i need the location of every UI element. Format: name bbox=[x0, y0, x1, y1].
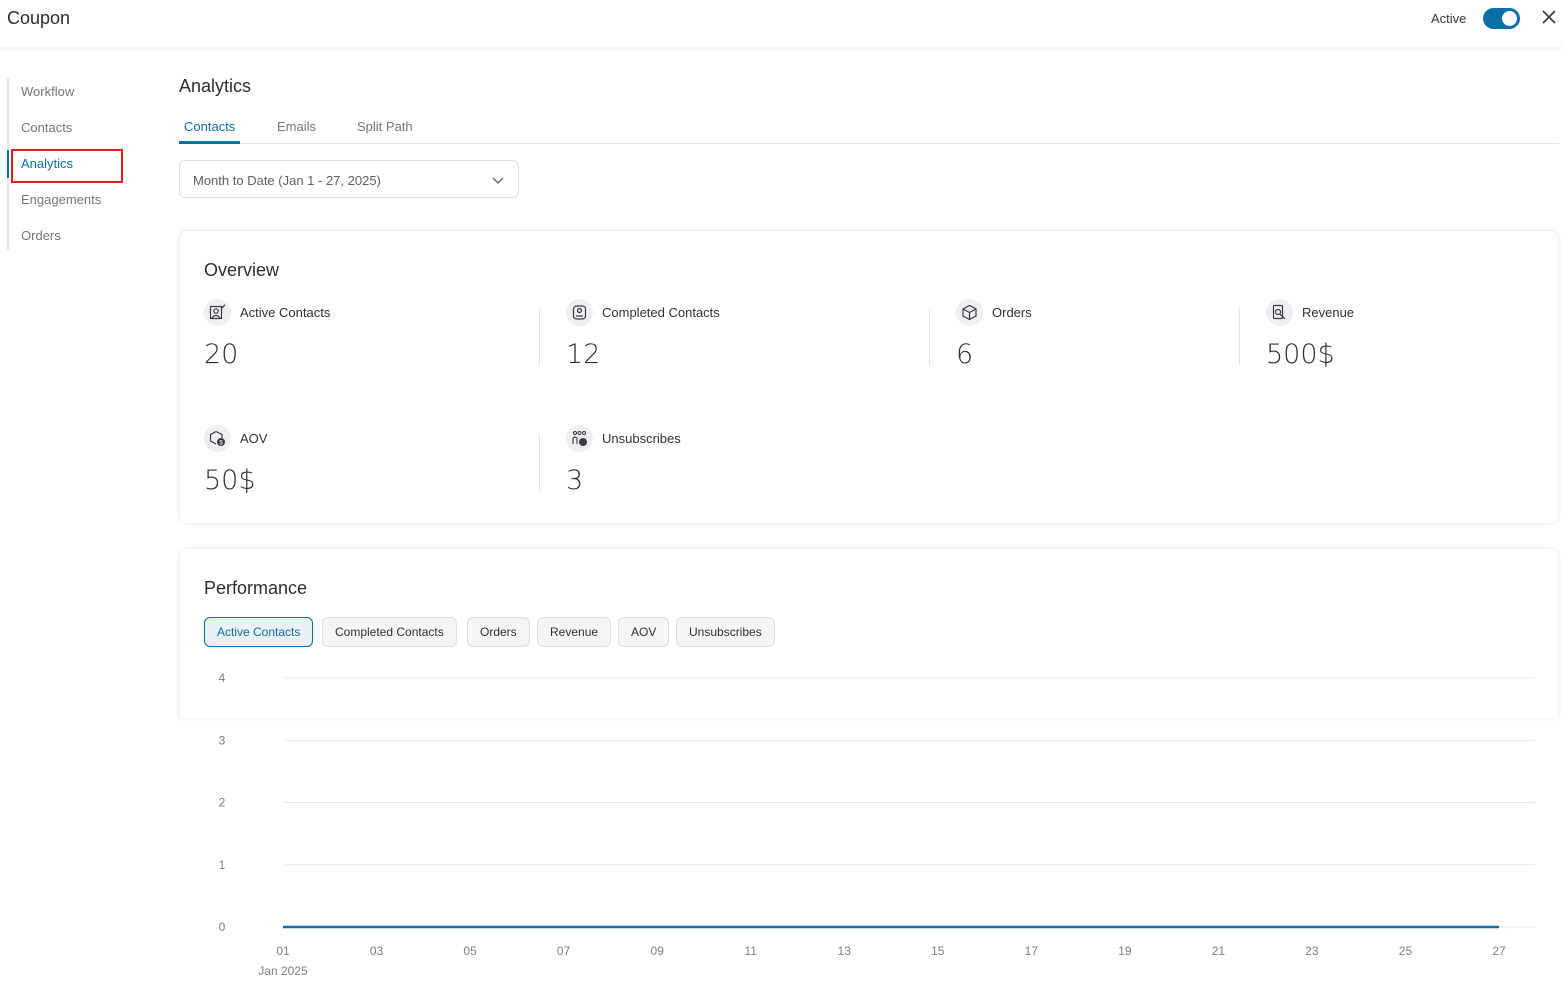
app-title: Coupon bbox=[7, 8, 71, 28]
contact-completed-icon bbox=[566, 299, 593, 326]
analytics-tabs: Contacts Emails Split Path bbox=[179, 114, 1559, 144]
active-toggle[interactable] bbox=[1483, 8, 1520, 29]
sidebar-item-workflow[interactable]: Workflow bbox=[9, 78, 147, 114]
metric-value: 500$ bbox=[1266, 339, 1335, 370]
x-tick-label: 27 bbox=[1492, 944, 1506, 958]
x-tick-label: 13 bbox=[838, 944, 852, 958]
overview-title: Overview bbox=[204, 260, 280, 280]
close-button[interactable] bbox=[1539, 7, 1559, 27]
x-tick-label: 23 bbox=[1305, 944, 1319, 958]
x-axis-label: Jan 2025 bbox=[258, 964, 308, 978]
performance-chart: 0123401 03 05 07 09 11 13 15 17 19 21 23 25 27Jan 202… bbox=[219, 671, 1535, 978]
x-tick-label: 21 bbox=[1212, 944, 1226, 958]
metric-label: AOV bbox=[240, 431, 268, 446]
metric-value: 20 bbox=[204, 339, 239, 370]
x-tick-label: 11 bbox=[744, 944, 757, 958]
metric-label: Unsubscribes bbox=[602, 431, 681, 446]
metric-divider bbox=[1239, 308, 1240, 366]
filter-unsubscribes[interactable]: Unsubscribes bbox=[676, 617, 775, 647]
sidebar-item-engagements[interactable]: Engagements bbox=[9, 186, 147, 222]
tab-split-path[interactable]: Split Path bbox=[357, 119, 413, 134]
contact-check-icon bbox=[204, 299, 231, 326]
y-tick-label: 2 bbox=[219, 796, 226, 810]
metric-value: 6 bbox=[956, 339, 974, 370]
filter-completed-contacts[interactable]: Completed Contacts bbox=[322, 617, 457, 647]
x-tick-label: 01 bbox=[276, 944, 290, 958]
x-tick-label: 17 bbox=[1025, 944, 1039, 958]
metric-label: Orders bbox=[992, 305, 1032, 320]
sidebar-item-contacts[interactable]: Contacts bbox=[9, 114, 147, 150]
box-icon bbox=[956, 299, 983, 326]
metric-label: Revenue bbox=[1302, 305, 1355, 320]
date-range-value: Month to Date (Jan 1 - 27, 2025) bbox=[193, 173, 381, 188]
metric-value: 50$ bbox=[204, 465, 256, 496]
metric-label: Active Contacts bbox=[240, 305, 331, 320]
status-label: Active bbox=[1431, 11, 1467, 26]
metric-divider bbox=[929, 308, 930, 366]
filter-active-contacts[interactable]: Active Contacts bbox=[204, 617, 314, 647]
filter-orders[interactable]: Orders bbox=[467, 617, 530, 647]
metric-value: 12 bbox=[566, 339, 601, 370]
x-tick-label: 03 bbox=[370, 944, 384, 958]
y-tick-label: 3 bbox=[219, 733, 226, 747]
x-tick-label: 09 bbox=[650, 944, 664, 958]
unsubscribe-group-icon bbox=[566, 425, 593, 452]
box-dollar-icon: $ bbox=[204, 425, 231, 452]
tab-emails[interactable]: Emails bbox=[277, 119, 316, 134]
x-tick-label: 07 bbox=[557, 944, 571, 958]
date-range-select[interactable]: Month to Date (Jan 1 - 27, 2025) bbox=[179, 160, 519, 198]
toggle-knob bbox=[1502, 11, 1517, 26]
active-tab-indicator bbox=[179, 141, 240, 144]
filter-aov[interactable]: AOV bbox=[618, 617, 670, 647]
sidebar-item-orders[interactable]: Orders bbox=[9, 222, 147, 258]
revenue-icon bbox=[1266, 299, 1293, 326]
highlight-annotation-box bbox=[11, 149, 123, 183]
close-icon bbox=[1542, 10, 1556, 24]
page-title: Analytics bbox=[179, 76, 252, 96]
top-bar: Coupon Active bbox=[0, 0, 1563, 48]
metric-divider bbox=[539, 308, 540, 366]
metric-value: 3 bbox=[566, 465, 584, 496]
overview-card: Overview Active Contacts 20 Completed Co… bbox=[179, 230, 1559, 524]
metric-divider bbox=[539, 434, 540, 492]
x-tick-label: 25 bbox=[1399, 944, 1413, 958]
tab-contacts[interactable]: Contacts bbox=[184, 119, 235, 134]
y-tick-label: 1 bbox=[219, 858, 226, 872]
y-tick-label: 4 bbox=[219, 671, 226, 685]
y-tick-label: 0 bbox=[219, 920, 226, 934]
performance-title: Performance bbox=[204, 578, 308, 598]
chevron-down-icon bbox=[492, 177, 504, 184]
x-tick-label: 15 bbox=[931, 944, 945, 958]
x-tick-label: 05 bbox=[463, 944, 477, 958]
metric-label: Completed Contacts bbox=[602, 305, 720, 320]
x-tick-label: 19 bbox=[1118, 944, 1132, 958]
filter-revenue[interactable]: Revenue bbox=[537, 617, 612, 647]
